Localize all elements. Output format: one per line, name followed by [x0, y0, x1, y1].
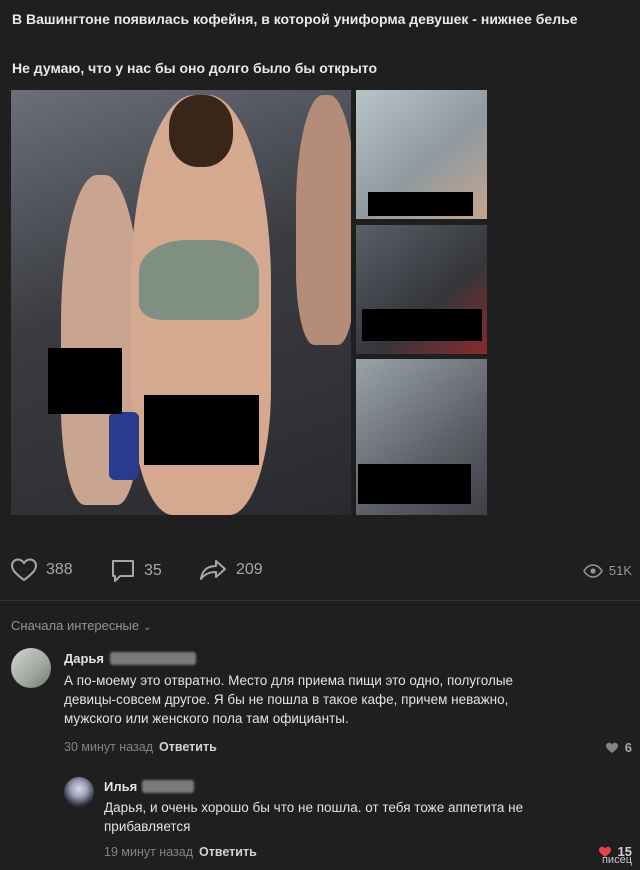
like-count: 388 [46, 561, 73, 578]
censor-bar-3 [368, 192, 473, 216]
views-counter: 51K [582, 563, 632, 578]
comment-text: А по-моему это отвратно. Место для прием… [64, 671, 624, 728]
comment-text-line: мужского или женского пола там официанты… [64, 711, 349, 726]
main-photo[interactable] [11, 90, 351, 515]
thumbnail-2[interactable] [356, 225, 487, 354]
comment-text-line: девицы-совсем другое. Я бы не пошла в та… [64, 692, 509, 707]
heart-icon [605, 742, 618, 753]
censor-bar-5 [358, 464, 471, 504]
watermark: писец [601, 854, 632, 866]
comment-time[interactable]: 30 минут назад [64, 740, 153, 754]
comment-count: 35 [144, 562, 162, 579]
censor-bar-2 [144, 395, 259, 465]
redacted-surname [142, 780, 194, 793]
comment-meta: 19 минут назад Ответить [104, 845, 257, 859]
share-count: 209 [236, 561, 263, 578]
thumbnail-3[interactable] [356, 359, 487, 515]
comment-text-line: А по-моему это отвратно. Место для прием… [64, 673, 514, 688]
comment-author[interactable]: Дарья [64, 651, 104, 666]
post-header-comment: Не думаю, что у нас бы оно долго было бы… [12, 60, 378, 76]
comment-reply: Илья Дарья, и очень хорошо бы что не пош… [0, 774, 640, 870]
comment-icon [112, 560, 134, 582]
comment-text: Дарья, и очень хорошо бы что не пошла. о… [104, 798, 624, 836]
thumbnail-1[interactable] [356, 90, 487, 219]
comment-button[interactable]: 35 [110, 558, 162, 584]
green-top [139, 240, 259, 320]
comment-meta: 30 минут назад Ответить [64, 740, 217, 754]
censor-bar-1 [48, 348, 122, 414]
divider [0, 600, 640, 601]
photo-gallery [11, 90, 487, 515]
reply-button[interactable]: Ответить [159, 740, 217, 754]
post-header-title: В Вашингтоне появилась кофейня, в которо… [12, 11, 578, 27]
heart-icon [10, 558, 38, 582]
comment-text-line: прибавляется [104, 819, 191, 834]
post-actions: 388 35 209 51K [10, 558, 632, 584]
can [109, 412, 139, 480]
chevron-down-icon: ⌄ [143, 622, 152, 633]
sort-label: Сначала интересные [11, 618, 140, 633]
reply-button[interactable]: Ответить [199, 845, 257, 859]
censor-bar-4 [362, 309, 482, 341]
comment: Дарья А по-моему это отвратно. Место для… [0, 645, 640, 765]
eye-icon [582, 563, 603, 578]
share-button[interactable]: 209 [198, 558, 263, 582]
comment-time[interactable]: 19 минут назад [104, 845, 193, 859]
comment-like-count: 6 [624, 740, 632, 755]
comment-text-line: Дарья, и очень хорошо бы что не пошла. о… [104, 800, 524, 815]
person-right [296, 95, 351, 345]
like-button[interactable]: 388 [10, 558, 73, 582]
comment-like-button[interactable]: 6 [605, 740, 632, 755]
avatar[interactable] [11, 648, 51, 688]
hair [169, 95, 233, 167]
comments-sort-dropdown[interactable]: Сначала интересные ⌄ [11, 618, 152, 633]
share-icon [200, 560, 226, 580]
views-count: 51K [608, 563, 632, 578]
avatar[interactable] [64, 777, 94, 807]
redacted-surname [110, 652, 196, 665]
comment-author[interactable]: Илья [104, 779, 137, 794]
